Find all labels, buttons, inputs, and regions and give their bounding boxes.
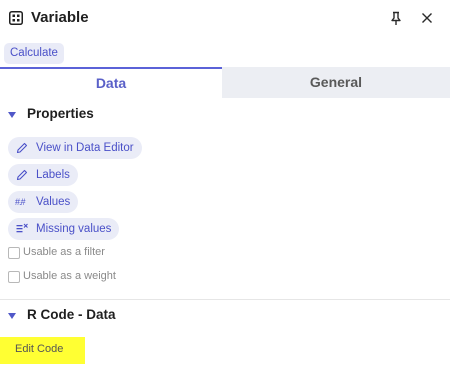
pin-icon[interactable] <box>389 11 403 26</box>
usable-as-filter-label: Usable as a filter <box>23 246 105 258</box>
values-button[interactable]: #.# Values <box>8 191 79 213</box>
r-code-section-title: R Code - Data <box>27 307 116 322</box>
section-divider <box>0 299 450 300</box>
pencil-icon <box>16 169 28 181</box>
checkbox-box[interactable] <box>8 247 20 259</box>
view-in-data-editor-label: View in Data Editor <box>36 142 134 154</box>
collapse-triangle-icon <box>8 313 16 319</box>
values-label: Values <box>36 196 71 208</box>
labels-label: Labels <box>36 169 70 181</box>
missing-values-label: Missing values <box>36 223 112 235</box>
usable-as-weight-label: Usable as a weight <box>23 270 116 282</box>
missing-values-icon <box>16 223 28 233</box>
calculate-button[interactable]: Calculate <box>4 43 64 64</box>
r-code-section-header[interactable]: R Code - Data <box>0 304 450 328</box>
properties-section-header[interactable]: Properties <box>0 103 450 127</box>
properties-section-title: Properties <box>27 106 94 121</box>
pencil-icon <box>16 142 28 154</box>
tab-data[interactable]: Data <box>0 67 222 98</box>
edit-code-button[interactable]: Edit Code <box>0 337 85 364</box>
tab-bar: Data General <box>0 67 450 98</box>
hash-icon: #.# <box>15 197 25 207</box>
labels-button[interactable]: Labels <box>8 164 78 186</box>
collapse-triangle-icon <box>8 112 16 118</box>
panel-header: Variable <box>0 0 450 38</box>
checkbox-box[interactable] <box>8 271 20 283</box>
close-icon[interactable] <box>421 12 433 24</box>
tab-general[interactable]: General <box>222 67 450 98</box>
grid-icon <box>9 11 23 25</box>
missing-values-button[interactable]: Missing values <box>8 218 120 240</box>
view-in-data-editor-button[interactable]: View in Data Editor <box>8 137 142 159</box>
panel-title: Variable <box>31 9 89 26</box>
